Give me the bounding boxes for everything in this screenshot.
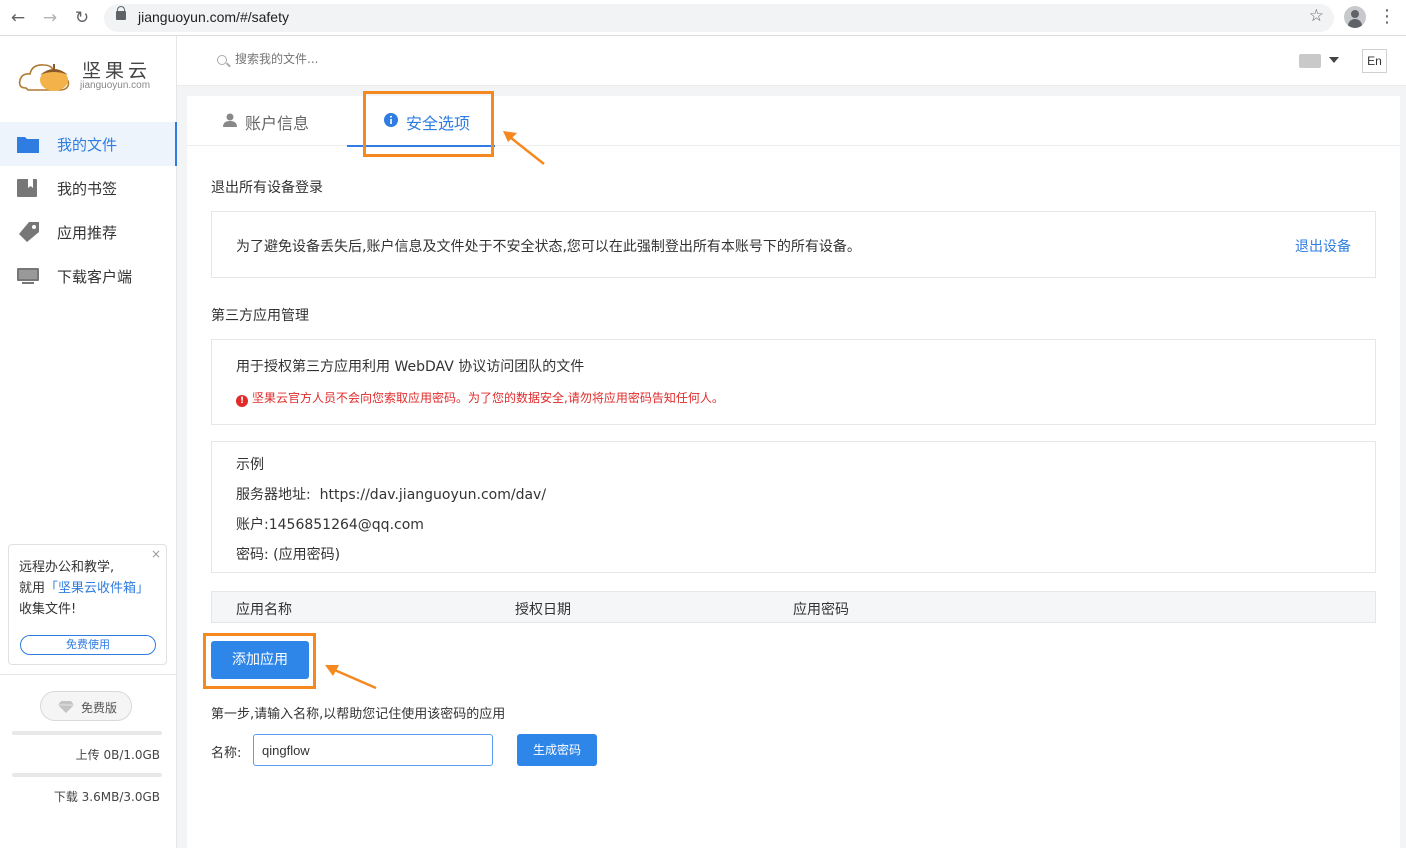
add-button-highlight-box (203, 633, 316, 689)
logout-box: 为了避免设备丢失后,账户信息及文件处于不安全状态,您可以在此强制登出所有本账号下… (211, 211, 1376, 278)
browser-toolbar: ← → ↻ jianguoyun.com/#/safety ☆ ⋮ (0, 0, 1406, 36)
warning-icon: ! (236, 395, 248, 407)
monitor-icon (17, 268, 39, 284)
column-app-name: 应用名称 (236, 602, 292, 618)
step-one-text: 第一步,请输入名称,以帮助您记住使用该密码的应用 (211, 707, 506, 722)
top-header: En (177, 36, 1406, 86)
reload-icon[interactable]: ↻ (70, 6, 94, 30)
lock-icon (116, 6, 126, 20)
search-icon (217, 55, 227, 65)
download-quota-text: 下载 3.6MB/3.0GB (53, 790, 160, 804)
third-party-box: 用于授权第三方应用利用 WebDAV 协议访问团队的文件 ! 坚果云官方人员不会向… (211, 339, 1376, 425)
avatar[interactable] (1299, 54, 1321, 68)
search-input[interactable] (235, 52, 535, 66)
example-server: 服务器地址: https://dav.jianguoyun.com/dav/ (236, 484, 546, 504)
promo-inbox-link[interactable]: 「坚果云收件箱」 (45, 581, 149, 596)
column-auth-date: 授权日期 (515, 602, 571, 618)
logout-section-title: 退出所有设备登录 (211, 180, 323, 196)
url-text: jianguoyun.com/#/safety (138, 9, 289, 25)
promo-line-2-prefix: 就用 (19, 581, 46, 596)
apps-table-header: 应用名称 授权日期 应用密码 (211, 591, 1376, 623)
edition-badge[interactable]: 免费版 (40, 691, 132, 721)
sidebar-item-label: 我的文件 (57, 136, 118, 154)
download-quota-bar (12, 773, 162, 777)
tab-highlight-box (363, 91, 494, 157)
promo-text: 远程办公和教学, 就用「坚果云收件箱」 收集文件! (19, 557, 149, 620)
password-value: (应用密码) (273, 547, 341, 563)
arrow-icon (503, 131, 545, 165)
acorn-cloud-logo-icon (18, 64, 70, 91)
user-icon (223, 113, 237, 127)
password-label: 密码: (236, 547, 269, 563)
promo-card: × 远程办公和教学, 就用「坚果云收件箱」 收集文件! 免费使用 (8, 544, 167, 665)
free-use-button[interactable]: 免费使用 (20, 635, 156, 655)
promo-line-2: 就用「坚果云收件箱」 (19, 578, 149, 599)
promo-line-1: 远程办公和教学, (19, 560, 115, 575)
account-label: 账户: (236, 517, 269, 533)
forward-icon[interactable]: → (38, 6, 62, 30)
tab-label: 账户信息 (245, 114, 310, 133)
security-warning: ! 坚果云官方人员不会向您索取应用密码。为了您的数据安全,请勿将应用密码告知任何人… (236, 389, 724, 407)
example-title: 示例 (236, 457, 264, 473)
server-label: 服务器地址: (236, 487, 311, 503)
sidebar-item-bookmarks[interactable]: 我的书签 (0, 166, 177, 210)
tab-account-info[interactable]: 账户信息 (211, 96, 347, 146)
example-password: 密码: (应用密码) (236, 544, 340, 564)
diamond-icon (58, 701, 74, 713)
app-name-input[interactable] (253, 734, 493, 766)
arrow-icon (325, 665, 377, 690)
generate-password-button[interactable]: 生成密码 (517, 734, 597, 766)
sidebar-item-my-files[interactable]: 我的文件 (0, 122, 177, 166)
brand-name: 坚果云 (82, 60, 152, 82)
example-box: 示例 服务器地址: https://dav.jianguoyun.com/dav… (211, 441, 1376, 573)
sidebar-item-download-client[interactable]: 下载客户端 (0, 254, 177, 298)
sidebar-item-label: 我的书签 (57, 180, 118, 198)
logo[interactable]: 坚果云 jianguoyun.com (18, 50, 168, 100)
profile-icon[interactable] (1344, 6, 1366, 28)
sidebar-item-app-recommend[interactable]: 应用推荐 (0, 210, 177, 254)
name-label: 名称: (211, 746, 242, 761)
sidebar-divider (0, 674, 177, 675)
address-bar[interactable]: jianguoyun.com/#/safety ☆ (104, 4, 1334, 32)
example-account: 账户:1456851264@qq.com (236, 514, 424, 534)
bookmark-star-icon[interactable]: ☆ (1309, 6, 1324, 26)
folder-icon (17, 137, 39, 153)
server-value: https://dav.jianguoyun.com/dav/ (319, 487, 547, 503)
logout-devices-link[interactable]: 退出设备 (1295, 236, 1351, 256)
chevron-down-icon[interactable] (1329, 57, 1339, 63)
third-party-description: 用于授权第三方应用利用 WebDAV 协议访问团队的文件 (236, 359, 585, 375)
menu-kebab-icon[interactable]: ⋮ (1378, 6, 1396, 28)
back-icon[interactable]: ← (6, 6, 30, 30)
main-card: 账户信息 安全选项 退出所有设备登录 为了避免设备丢失后,账户信息及文件处于不安… (187, 96, 1400, 848)
tag-icon (19, 222, 39, 242)
close-icon[interactable]: × (151, 547, 161, 561)
sidebar-item-label: 下载客户端 (57, 268, 133, 286)
promo-line-3: 收集文件! (19, 602, 77, 617)
edition-label: 免费版 (81, 701, 118, 715)
sidebar: 坚果云 jianguoyun.com 我的文件 我的书签 应用推荐 下载客户端 … (0, 36, 177, 848)
upload-quota-bar (12, 731, 162, 735)
bookmark-icon (17, 179, 37, 197)
column-app-password: 应用密码 (793, 602, 849, 618)
sidebar-item-label: 应用推荐 (57, 224, 118, 242)
security-warning-text: 坚果云官方人员不会向您索取应用密码。为了您的数据安全,请勿将应用密码告知任何人。 (252, 391, 724, 405)
logout-description: 为了避免设备丢失后,账户信息及文件处于不安全状态,您可以在此强制登出所有本账号下… (236, 239, 861, 255)
upload-quota-text: 上传 0B/1.0GB (75, 748, 160, 762)
language-toggle-button[interactable]: En (1362, 49, 1387, 73)
brand-domain: jianguoyun.com (80, 80, 151, 91)
third-party-section-title: 第三方应用管理 (211, 308, 309, 324)
account-value: 1456851264@qq.com (268, 517, 424, 533)
